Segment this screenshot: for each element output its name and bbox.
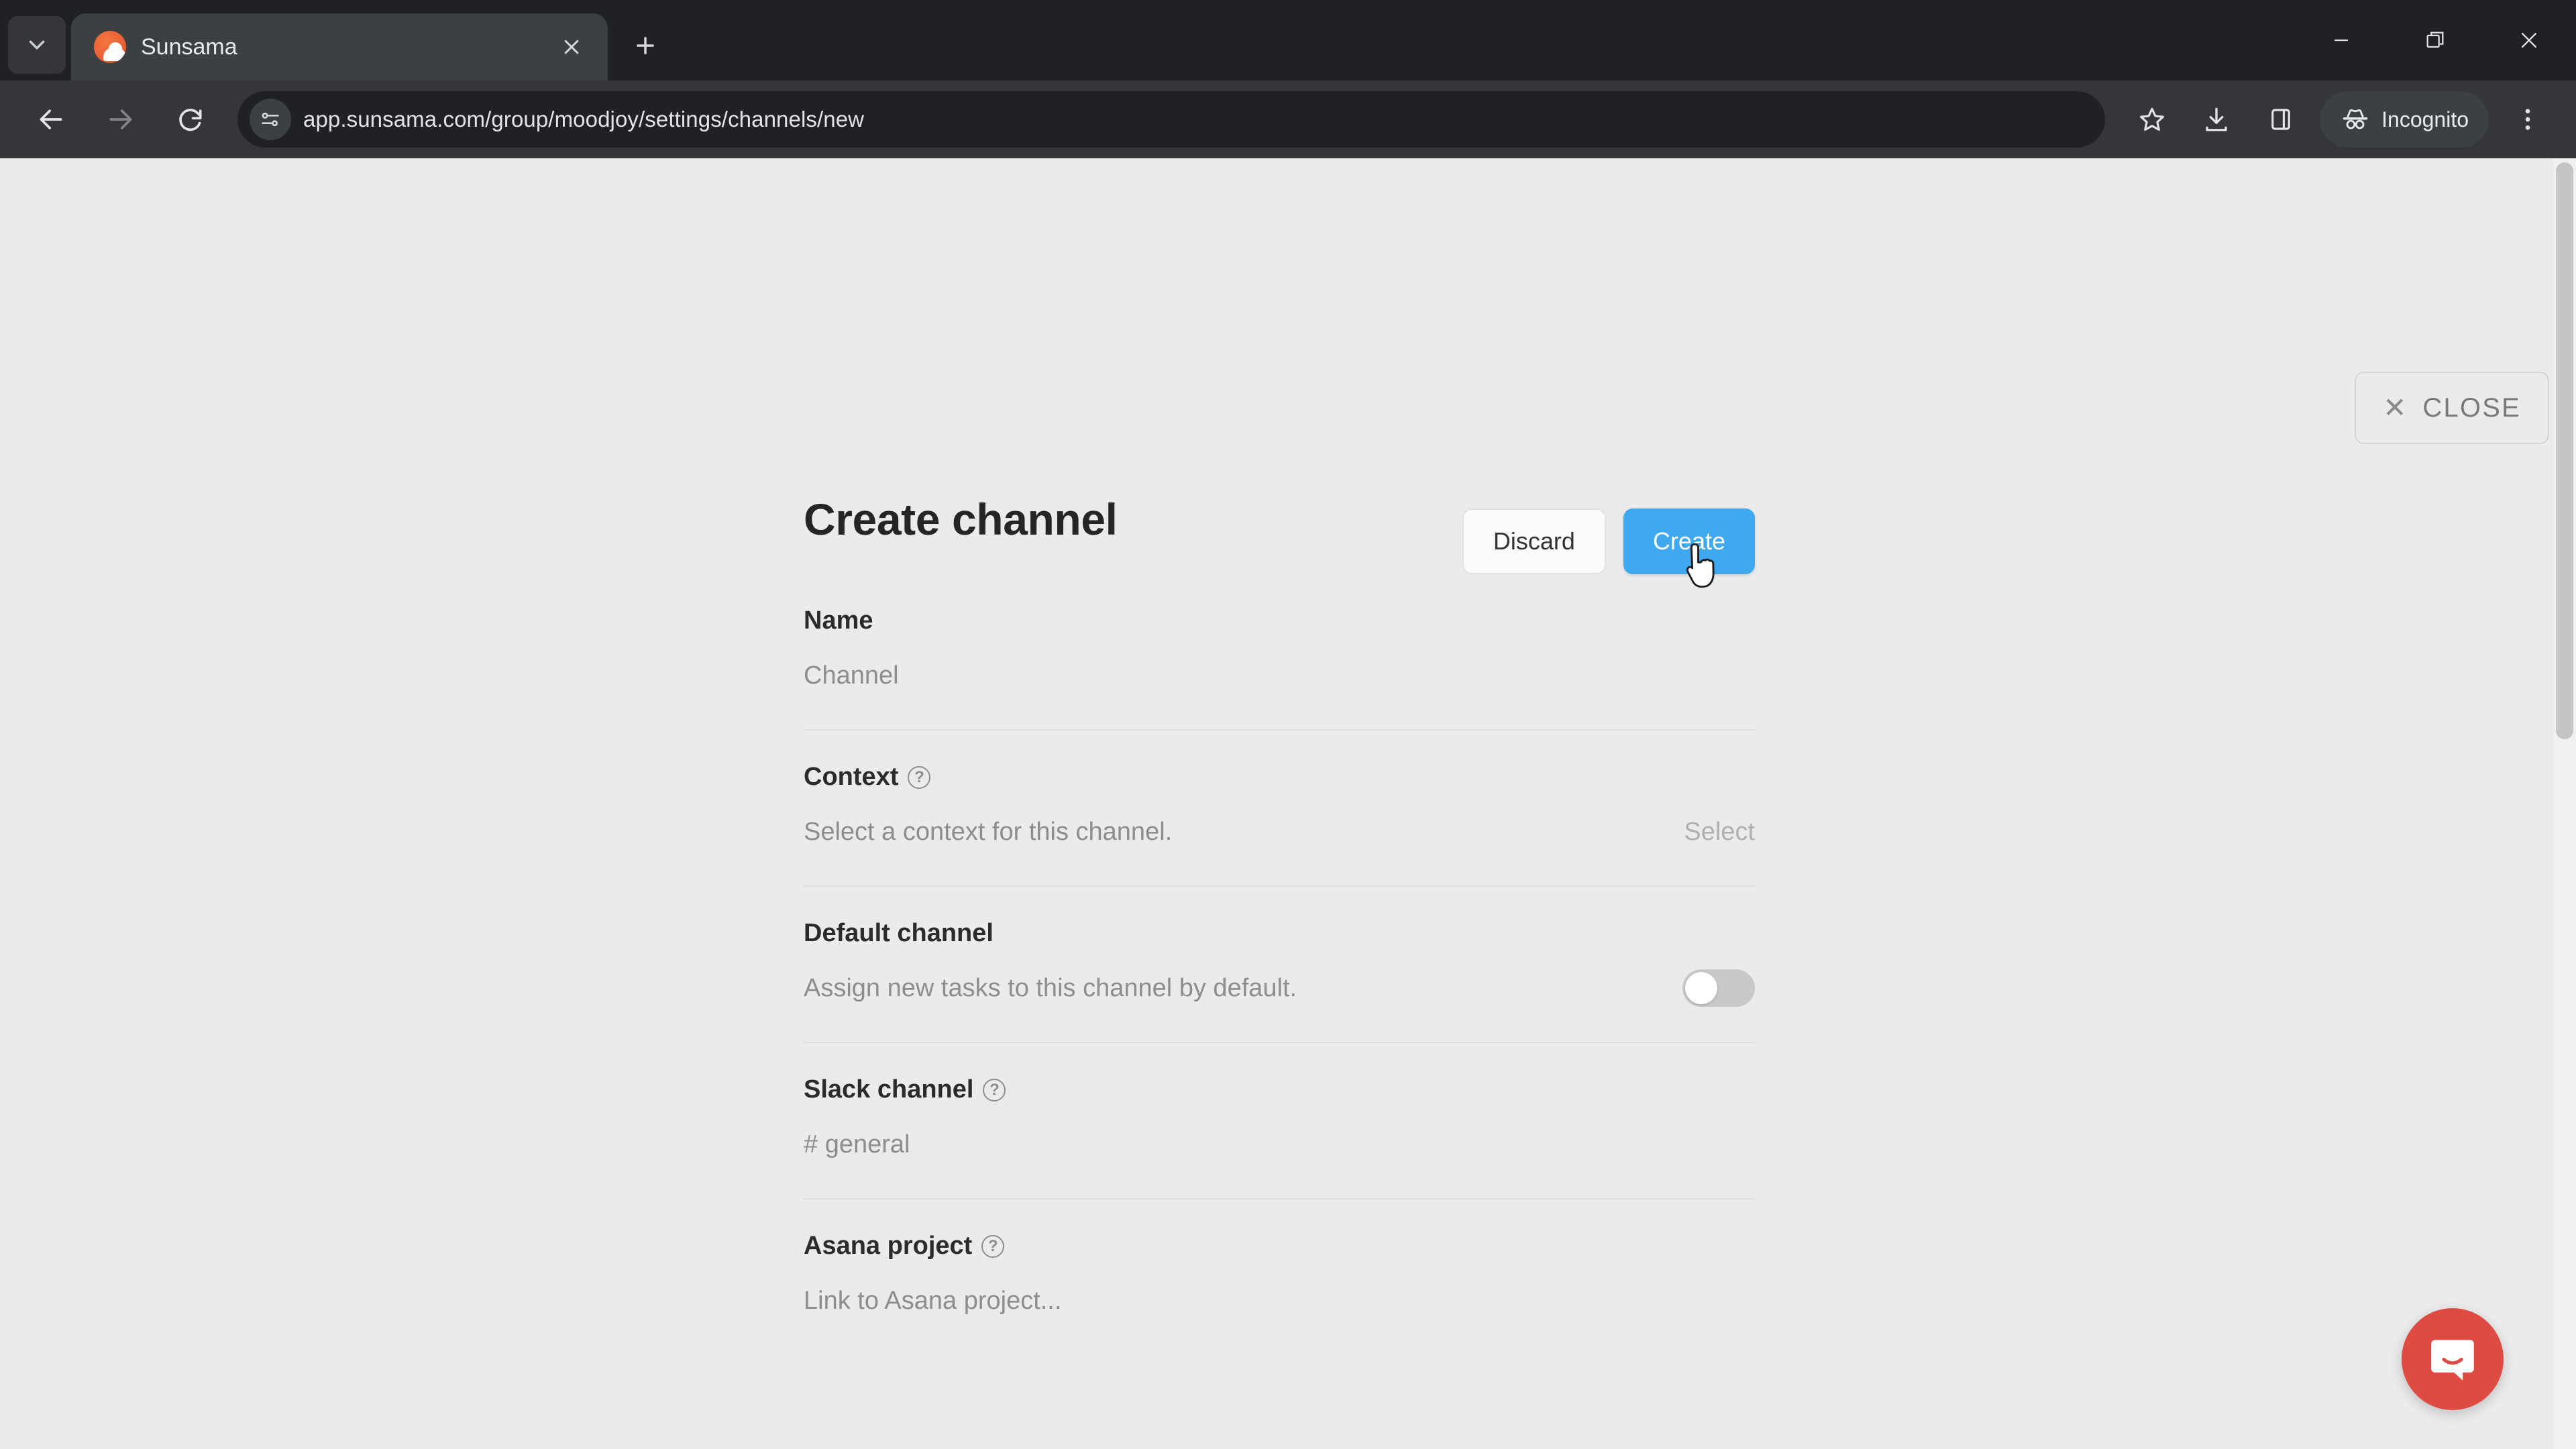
default-channel-toggle[interactable] <box>1682 969 1755 1007</box>
tab-strip: Sunsama <box>0 0 2576 80</box>
plus-icon <box>637 37 654 54</box>
slack-channel-input[interactable]: # general <box>804 1130 910 1159</box>
address-bar[interactable]: app.sunsama.com/group/moodjoy/settings/c… <box>237 91 2106 148</box>
context-body: Select a context for this channel. Selec… <box>804 813 1755 851</box>
url-text: app.sunsama.com/group/moodjoy/settings/c… <box>303 107 865 131</box>
intercom-messenger-button[interactable] <box>2402 1308 2504 1410</box>
close-panel-label: CLOSE <box>2422 392 2521 423</box>
restore-icon <box>2426 32 2444 48</box>
new-tab-button[interactable] <box>620 20 671 71</box>
reload-button[interactable] <box>158 87 223 152</box>
sunsama-logo-icon <box>94 31 126 63</box>
forward-button[interactable] <box>89 87 153 152</box>
help-icon[interactable]: ? <box>908 765 931 789</box>
three-dot-menu-icon <box>2525 109 2530 130</box>
slack-channel-label: Slack channel ? <box>804 1075 1755 1104</box>
form-row-slack-channel: Slack channel ? # general <box>804 1043 1755 1199</box>
form-row-name: Name Channel <box>804 574 1755 731</box>
form-row-asana-project: Asana project ? Link to Asana project... <box>804 1199 1755 1354</box>
window-minimize-button[interactable] <box>2294 0 2388 80</box>
site-settings-button[interactable] <box>250 99 291 140</box>
tab-close-button[interactable] <box>553 28 590 66</box>
window-maximize-button[interactable] <box>2388 0 2482 80</box>
tab-title: Sunsama <box>141 34 237 60</box>
settings-form: Create channel Discard Create Name Chann… <box>804 158 1755 1354</box>
form-actions: Discard Create <box>1462 494 1755 574</box>
back-arrow-icon <box>40 109 62 129</box>
name-input[interactable]: Channel <box>804 661 899 690</box>
scrollbar-thumb[interactable] <box>2556 162 2573 739</box>
name-body: Channel <box>804 657 1755 694</box>
toggle-knob <box>1685 972 1717 1004</box>
page-scrollbar[interactable] <box>2553 158 2576 1449</box>
discard-button[interactable]: Discard <box>1462 508 1606 574</box>
page-viewport: ✕ CLOSE Create channel Discard Create Na… <box>0 158 2576 1449</box>
browser-toolbar: app.sunsama.com/group/moodjoy/settings/c… <box>0 80 2576 158</box>
incognito-label: Incognito <box>2381 107 2469 131</box>
bookmark-button[interactable] <box>2123 90 2182 149</box>
slack-channel-body: # general <box>804 1126 1755 1163</box>
context-select-button[interactable]: Select <box>1684 818 1755 847</box>
reload-icon <box>179 109 202 131</box>
incognito-indicator[interactable]: Incognito <box>2320 91 2489 148</box>
star-icon <box>2140 107 2165 131</box>
asana-project-body: Link to Asana project... <box>804 1282 1755 1320</box>
form-header: Create channel Discard Create <box>804 158 1755 574</box>
context-label: Context ? <box>804 763 1755 792</box>
default-channel-description: Assign new tasks to this channel by defa… <box>804 973 1297 1002</box>
slack-channel-label-text: Slack channel <box>804 1075 974 1104</box>
back-button[interactable] <box>19 87 83 152</box>
window-controls <box>2294 0 2576 80</box>
default-channel-label-text: Default channel <box>804 919 994 947</box>
tune-icon <box>262 112 279 127</box>
name-label: Name <box>804 606 1755 635</box>
browser-window: Sunsama app.sunsama.com/group/moodjoy/se… <box>0 0 2576 1449</box>
name-label-text: Name <box>804 606 873 635</box>
page-title: Create channel <box>804 494 1118 544</box>
download-icon <box>2206 107 2227 131</box>
side-panel-icon <box>2271 109 2290 130</box>
help-icon[interactable]: ? <box>983 1078 1006 1102</box>
browser-tab-sunsama[interactable]: Sunsama <box>71 13 608 80</box>
asana-project-input[interactable]: Link to Asana project... <box>804 1287 1061 1316</box>
help-icon[interactable]: ? <box>981 1234 1005 1258</box>
context-label-text: Context <box>804 763 899 791</box>
close-icon <box>564 40 579 54</box>
close-panel-button[interactable]: ✕ CLOSE <box>2355 372 2549 444</box>
minimize-icon <box>2334 39 2348 42</box>
tab-search-button[interactable] <box>8 16 66 74</box>
downloads-button[interactable] <box>2187 90 2246 149</box>
context-description: Select a context for this channel. <box>804 817 1173 846</box>
chevron-down-icon <box>29 40 45 50</box>
incognito-icon <box>2343 109 2368 129</box>
window-close-button[interactable] <box>2482 0 2576 80</box>
form-row-context: Context ? Select a context for this chan… <box>804 731 1755 887</box>
forward-arrow-icon <box>109 109 132 129</box>
asana-project-label: Asana project ? <box>804 1232 1755 1260</box>
create-button[interactable]: Create <box>1623 508 1755 574</box>
default-channel-body: Assign new tasks to this channel by defa… <box>804 969 1755 1007</box>
default-channel-label: Default channel <box>804 919 1755 948</box>
form-row-default-channel: Default channel Assign new tasks to this… <box>804 887 1755 1043</box>
intercom-messenger-icon <box>2431 1340 2474 1381</box>
browser-menu-button[interactable] <box>2498 90 2557 149</box>
close-x-icon: ✕ <box>2383 392 2407 423</box>
side-panel-button[interactable] <box>2251 90 2310 149</box>
close-icon <box>2521 32 2537 48</box>
asana-project-label-text: Asana project <box>804 1232 973 1260</box>
